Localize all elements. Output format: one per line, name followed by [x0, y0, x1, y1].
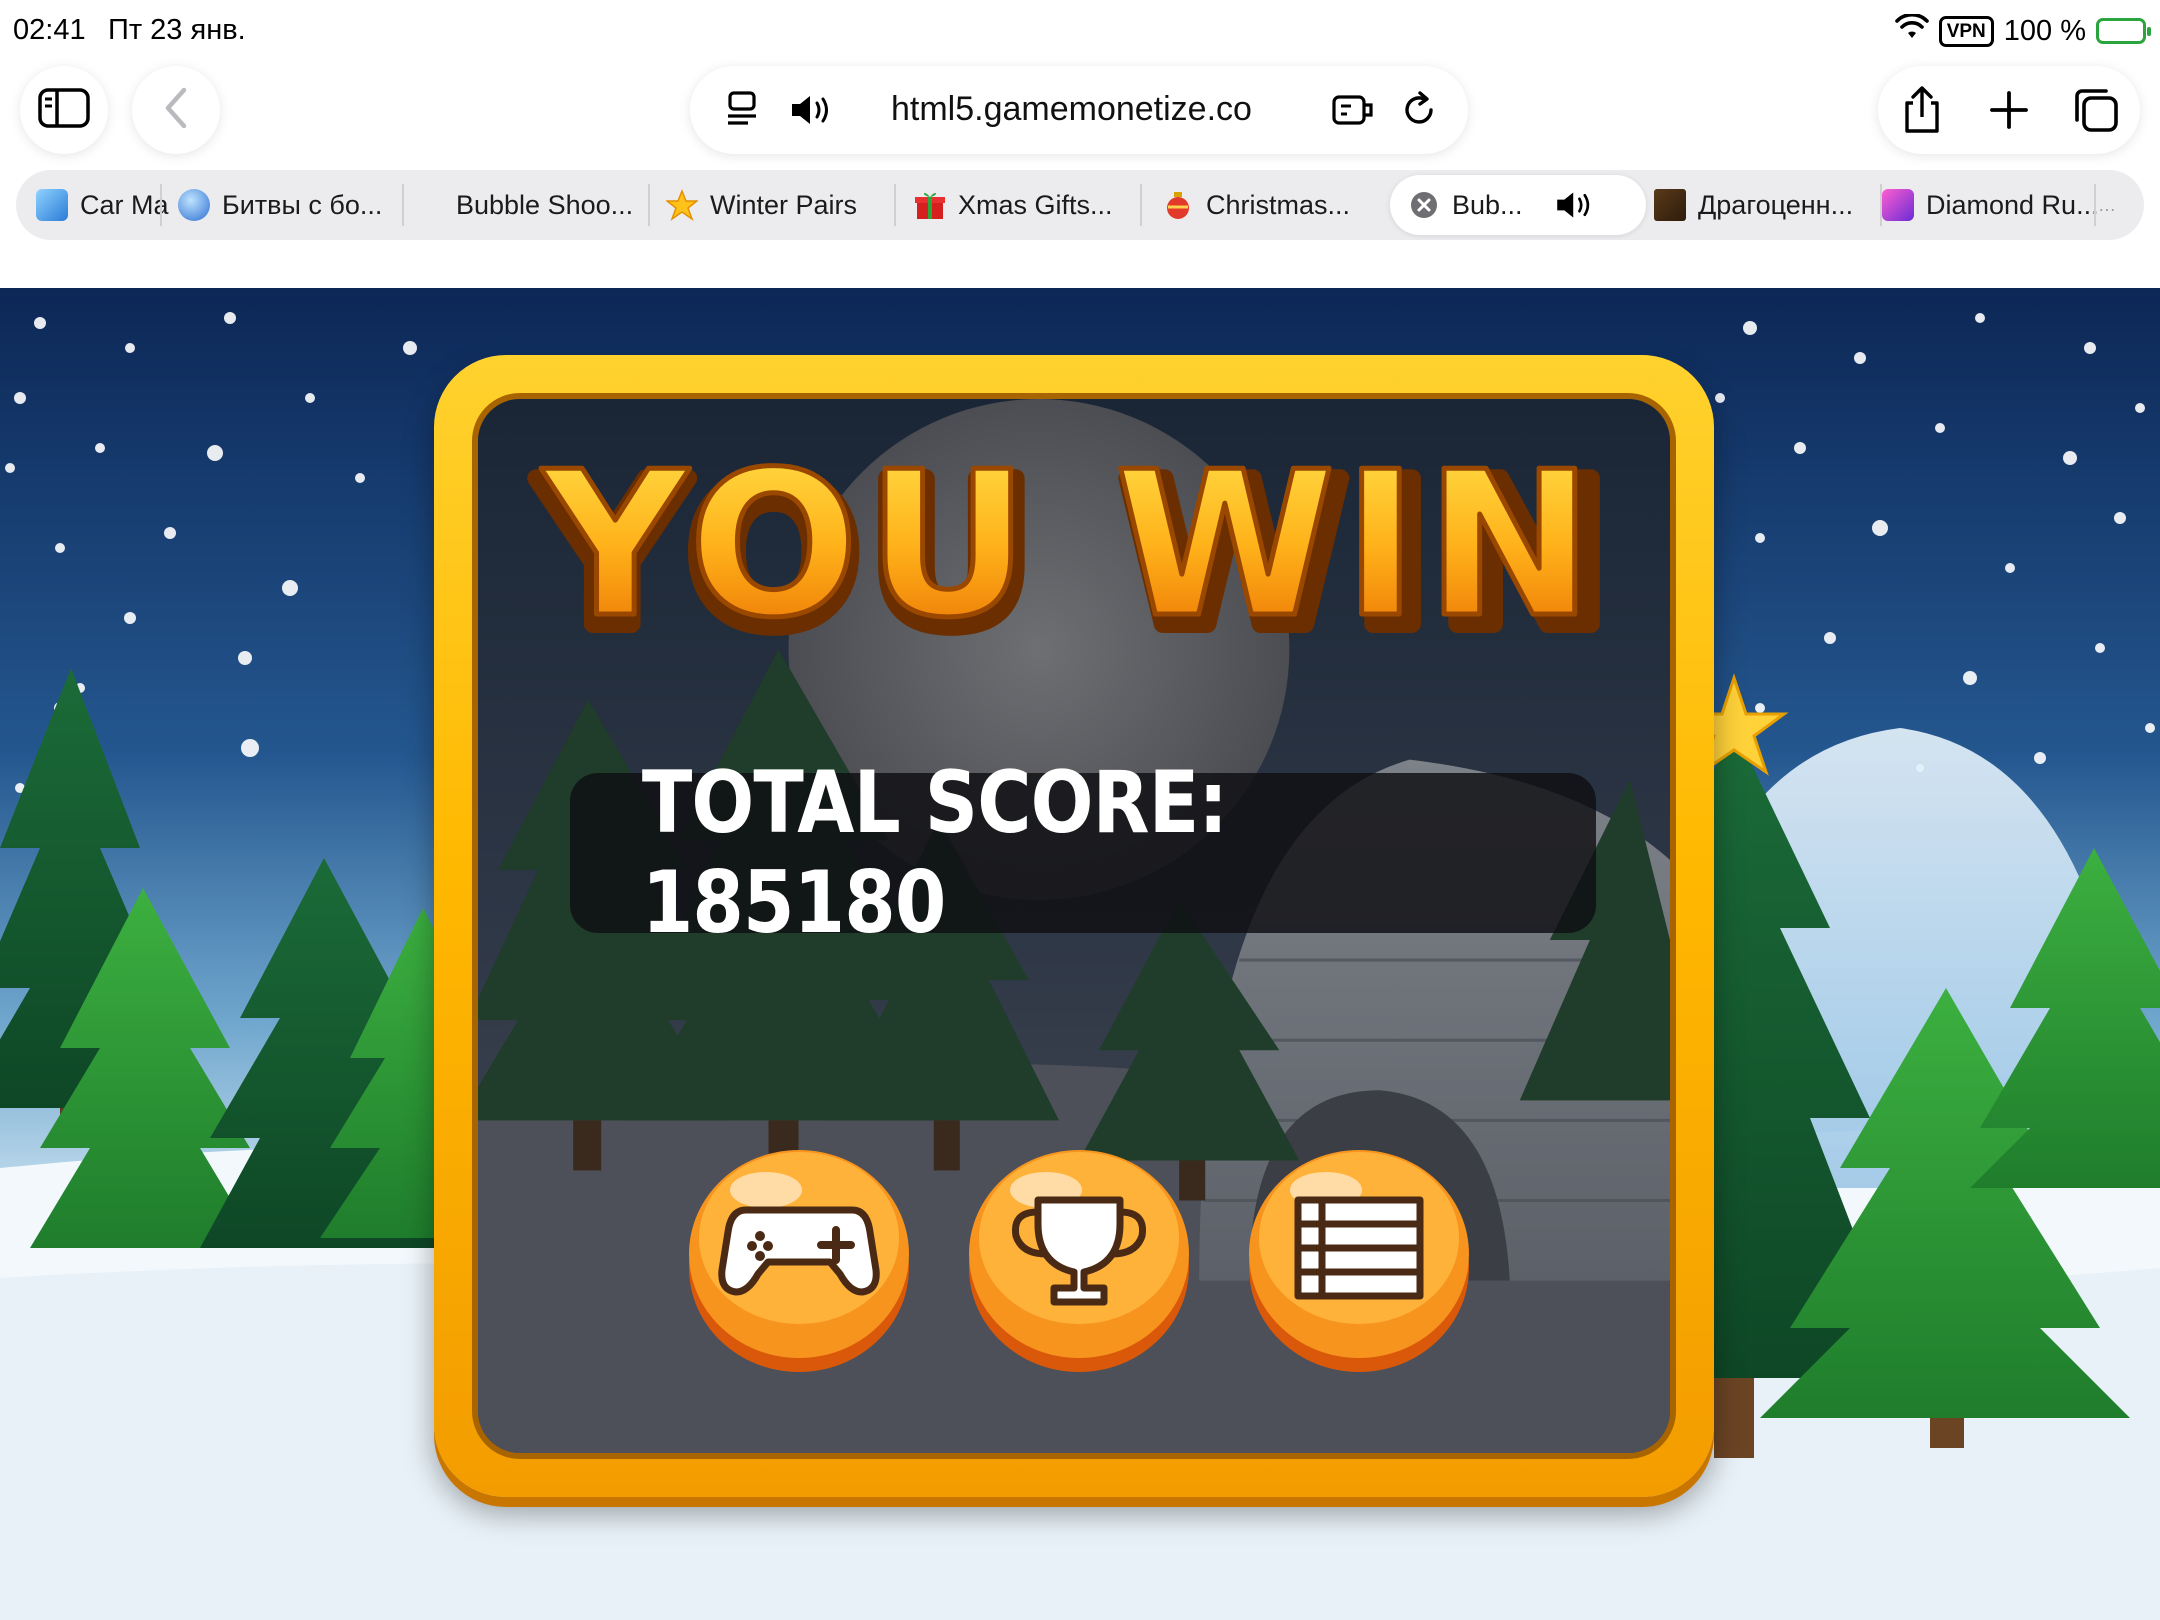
you-win-text: YOU WIN	[541, 429, 1601, 658]
tab-divider	[402, 184, 404, 226]
tab-divider	[2094, 184, 2096, 226]
tab-label: Драгоценн...	[1698, 189, 1854, 220]
tab-divider	[1140, 184, 1142, 226]
plus-icon[interactable]	[1983, 84, 2035, 136]
menu-button[interactable]	[1246, 1140, 1472, 1376]
tab-divider	[160, 184, 162, 226]
score-box: TOTAL SCORE: 185180	[570, 753, 1596, 953]
tab-overflow-indicator: …	[2098, 194, 2116, 215]
total-score: TOTAL SCORE: 185180	[641, 753, 1228, 953]
gift-favicon	[914, 189, 946, 221]
vpn-badge: VPN	[1938, 15, 1994, 47]
tab-winter-pairs[interactable]: Winter Pairs	[666, 170, 896, 240]
status-time: 02:41	[13, 14, 86, 46]
toolbar-actions	[1878, 66, 2140, 154]
tab-bitvy[interactable]: Битвы с бо...	[178, 170, 408, 240]
tab-label: Xmas Gifts...	[958, 189, 1113, 220]
tab-label: Christmas...	[1206, 189, 1351, 220]
you-win-title: YOU WIN YOU WIN	[527, 428, 1618, 658]
game-canvas[interactable]: YOU WIN YOU WIN TOTAL SCORE: 185180	[0, 288, 2160, 1620]
battery-percent: 100 %	[2003, 14, 2086, 47]
close-tab-icon[interactable]	[1408, 189, 1440, 221]
tab-divider	[648, 184, 650, 226]
star-favicon	[666, 189, 698, 221]
tab-overflow[interactable]: …	[2098, 170, 2144, 240]
gem-game-favicon	[1654, 189, 1686, 221]
tab-divider	[894, 184, 896, 226]
status-bar: 02:41 Пт 23 янв. VPN 100 %	[0, 0, 2160, 62]
play-button[interactable]	[686, 1140, 912, 1376]
battery-icon	[2096, 18, 2151, 44]
tab-christmas[interactable]: Christmas...	[1162, 170, 1382, 240]
tab-label: Bub...	[1452, 189, 1523, 220]
tab-xmas-gifts[interactable]: Xmas Gifts...	[914, 170, 1144, 240]
globe-favicon	[178, 189, 210, 221]
tab-bubble-shooter[interactable]: Bubble Shoo...	[456, 170, 656, 240]
tab-label: Bubble Shoo...	[456, 189, 634, 220]
car-game-favicon	[36, 189, 68, 221]
tab-car[interactable]: Car Ma	[36, 170, 176, 240]
tab-label: Winter Pairs	[710, 189, 858, 220]
ornament-favicon	[1162, 189, 1194, 221]
tab-diamond-rush[interactable]: Diamond Ru...	[1882, 170, 2112, 240]
tab-speaker-icon[interactable]	[1553, 189, 1597, 221]
tab-label: Car Ma	[80, 189, 169, 220]
back-chevron-icon	[162, 86, 190, 135]
tabs-icon[interactable]	[2070, 84, 2122, 136]
reload-icon[interactable]	[1396, 86, 1444, 134]
sidebar-icon	[38, 87, 90, 133]
extension-icon[interactable]	[1330, 86, 1378, 134]
status-indicators: VPN 100 %	[1894, 12, 2151, 50]
leaderboard-button[interactable]	[966, 1140, 1192, 1376]
address-bar[interactable]: html5.gamemonetize.co	[690, 66, 1468, 154]
wifi-icon	[1894, 12, 1929, 48]
sidebar-button[interactable]	[20, 66, 108, 154]
tab-bar: Car Ma Битвы с бо... Bubble Shoo... Wint…	[16, 170, 2144, 240]
share-icon[interactable]	[1896, 84, 1948, 136]
status-date: Пт 23 янв.	[108, 14, 246, 46]
reader-icon[interactable]	[718, 86, 766, 134]
diamond-favicon	[1882, 189, 1914, 221]
tab-bubble-active[interactable]: Bub...	[1408, 170, 1640, 240]
speaker-icon[interactable]	[788, 86, 836, 134]
tab-label: Diamond Ru...	[1926, 189, 2099, 220]
list-icon	[1294, 1196, 1424, 1300]
back-button[interactable]	[132, 66, 220, 154]
address-text[interactable]: html5.gamemonetize.co	[891, 90, 1252, 129]
tab-label: Битвы с бо...	[222, 189, 383, 220]
tab-dragocennye[interactable]: Драгоценн...	[1654, 170, 1884, 240]
